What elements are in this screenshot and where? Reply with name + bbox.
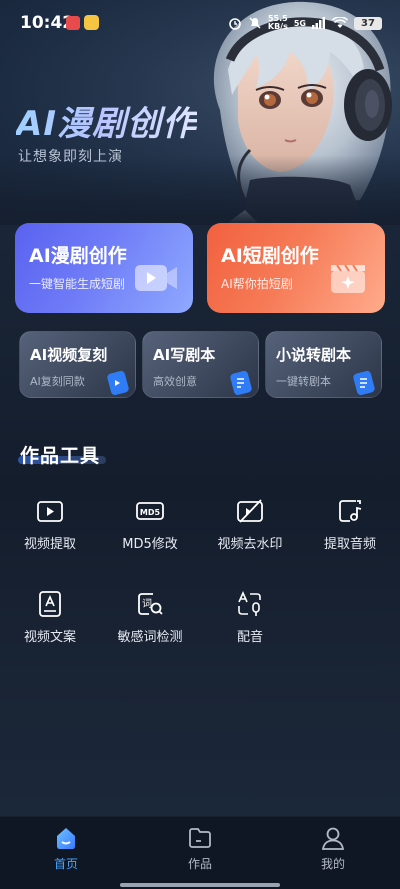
nav-label: 首页 xyxy=(53,857,78,871)
card-ai-write-script[interactable]: AI写剧本 高效创意 xyxy=(142,331,259,398)
tool-video-extract[interactable]: 视频提取 xyxy=(5,497,95,567)
tool-label: 敏感词检测 xyxy=(117,630,183,645)
network-speed-unit: KB/s xyxy=(267,22,288,31)
tool-label: 提取音频 xyxy=(323,537,376,552)
status-bar: 10:42 55.5 KB/s 5G 37 xyxy=(0,0,400,44)
home-gesture-bar[interactable] xyxy=(120,883,280,887)
network-type: 5G xyxy=(293,18,306,28)
card-subtitle: 一键智能生成短剧 xyxy=(29,277,126,291)
hero-title: AI漫剧创作 xyxy=(16,96,197,145)
video-play-icon xyxy=(135,265,177,291)
svg-text:词: 词 xyxy=(142,598,152,610)
card-subtitle: 一键转剧本 xyxy=(276,375,331,388)
nav-label: 我的 xyxy=(320,857,345,871)
cell-signal-icon xyxy=(312,17,325,29)
bottom-navigation: 首页 作品 我的 xyxy=(0,816,400,889)
remove-watermark-icon xyxy=(237,499,263,523)
card-title: AI写剧本 xyxy=(153,346,216,364)
card-subtitle: 高效创意 xyxy=(153,375,197,388)
profile-icon xyxy=(321,827,345,850)
tool-sensitive-word-check[interactable]: 词 敏感词检测 xyxy=(105,590,195,660)
tool-md5-modify[interactable]: MD5 MD5修改 xyxy=(105,497,195,567)
home-icon xyxy=(57,828,75,849)
blue-tag-icon xyxy=(230,370,252,396)
section-title: 作品工具 xyxy=(20,445,101,467)
card-title: AI漫剧创作 xyxy=(29,245,127,267)
blue-tag-icon xyxy=(353,370,375,396)
tool-video-copywriting[interactable]: 视频文案 xyxy=(5,590,95,660)
sensitive-word-icon: 词 xyxy=(138,593,163,615)
tool-remove-watermark[interactable]: 视频去水印 xyxy=(205,497,295,567)
clapperboard-icon xyxy=(331,264,365,293)
alarm-icon xyxy=(229,18,241,30)
card-subtitle: AI复刻同款 xyxy=(30,375,85,388)
card-ai-short-drama[interactable]: AI短剧创作 AI帮你拍短剧 xyxy=(207,223,385,313)
video-copywriting-icon xyxy=(39,591,61,617)
hero-subtitle: 让想象即刻上演 xyxy=(18,149,123,165)
network-speed: 55.5 KB/s xyxy=(268,15,288,31)
card-title: AI短剧创作 xyxy=(221,245,319,267)
card-subtitle: AI帮你拍短剧 xyxy=(221,277,293,291)
app-screen: AI漫剧创作 让想象即刻上演 10:42 55.5 KB/s 5G 37 AI漫… xyxy=(0,0,400,889)
wifi-icon xyxy=(332,17,348,28)
tool-label: MD5修改 xyxy=(122,537,178,552)
card-ai-video-replicate[interactable]: AI视频复刻 AI复刻同款 xyxy=(19,331,136,398)
card-ai-comic-drama[interactable]: AI漫剧创作 一键智能生成短剧 xyxy=(15,223,193,313)
md5-icon: MD5 xyxy=(136,502,164,520)
tool-extract-audio[interactable]: 提取音频 xyxy=(305,497,395,567)
tool-label: 视频文案 xyxy=(23,630,76,645)
tool-dubbing[interactable]: 配音 xyxy=(205,590,295,660)
blue-tag-icon xyxy=(107,370,129,396)
card-novel-to-script[interactable]: 小说转剧本 一键转剧本 xyxy=(265,331,382,398)
dubbing-icon xyxy=(238,591,261,616)
battery-indicator: 37 xyxy=(354,16,382,30)
tool-label: 配音 xyxy=(236,630,263,645)
nav-item-works[interactable]: 作品 xyxy=(160,817,240,877)
tool-label: 视频去水印 xyxy=(217,537,283,552)
nav-item-profile[interactable]: 我的 xyxy=(293,817,373,877)
notification-app-icon xyxy=(66,16,80,30)
tool-label: 视频提取 xyxy=(23,537,76,552)
svg-text:MD5: MD5 xyxy=(140,508,161,517)
nav-label: 作品 xyxy=(187,857,212,871)
folder-icon xyxy=(189,828,211,848)
card-title: AI视频复刻 xyxy=(30,346,108,364)
card-title: 小说转剧本 xyxy=(276,346,352,364)
status-right: 55.5 KB/s 5G 37 xyxy=(228,14,382,32)
nav-item-home[interactable]: 首页 xyxy=(26,817,106,877)
extract-audio-icon xyxy=(339,500,362,522)
notification-emoji-icon xyxy=(84,15,99,30)
mute-bell-icon xyxy=(249,17,261,29)
video-extract-icon xyxy=(37,501,63,522)
